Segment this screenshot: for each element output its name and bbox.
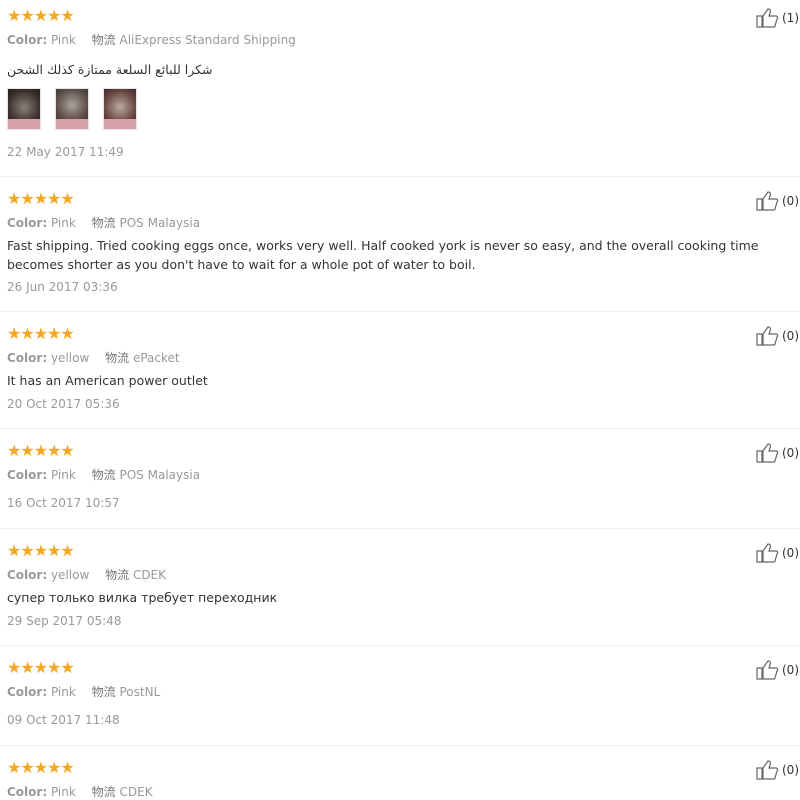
color-label: Color: (7, 785, 48, 799)
color-value: Pink (50, 33, 76, 47)
like-button[interactable]: (1) (756, 8, 799, 28)
star-rating: ★★★★★ (7, 541, 75, 560)
star-rating: ★★★★★ (7, 6, 75, 25)
star-rating: ★★★★★ (7, 658, 75, 677)
review-text: супер только вилка требует переходник (7, 590, 278, 605)
logistics-label: 物流 (91, 685, 116, 699)
logistics-label: 物流 (105, 568, 130, 582)
review-meta: Color: Pink 物流 AliExpress Standard Shipp… (7, 31, 296, 48)
thumbs-up-icon (756, 660, 779, 680)
star-rating: ★★★★★ (7, 758, 75, 777)
logistics-value: POS Malaysia (119, 216, 201, 230)
color-label: Color: (7, 568, 48, 582)
like-count: (0) (782, 194, 799, 208)
review-meta: Color: Pink 物流 POS Malaysia (7, 466, 200, 483)
thumbs-up-icon (756, 760, 779, 780)
color-value: Pink (50, 685, 76, 699)
thumbs-up-icon (756, 8, 779, 28)
review-item: ★★★★★ (1) Color: Pink 物流 AliExpress Stan… (0, 0, 800, 177)
logistics-label: 物流 (91, 216, 116, 230)
review-meta: Color: Pink 物流 CDEK (7, 783, 153, 800)
review-item: ★★★★★ (0) Color: Pink 物流 POS Malaysia Fa… (0, 177, 800, 312)
logistics-label: 物流 (91, 468, 116, 482)
like-count: (1) (782, 11, 799, 25)
color-label: Color: (7, 216, 48, 230)
logistics-value: CDEK (119, 785, 153, 799)
review-date: 26 Jun 2017 03:36 (7, 280, 118, 294)
review-meta: Color: Pink 物流 POS Malaysia (7, 214, 200, 231)
review-date: 22 May 2017 11:49 (7, 145, 124, 159)
review-item: ★★★★★ (0) Color: Pink 物流 CDEK (0, 746, 800, 800)
logistics-label: 物流 (91, 785, 116, 799)
logistics-value: PostNL (119, 685, 161, 699)
review-date: 29 Sep 2017 05:48 (7, 614, 122, 628)
review-meta: Color: yellow 物流 CDEK (7, 566, 166, 583)
logistics-label: 物流 (91, 33, 116, 47)
logistics-value: AliExpress Standard Shipping (119, 33, 296, 47)
review-date: 20 Oct 2017 05:36 (7, 397, 120, 411)
star-rating: ★★★★★ (7, 324, 75, 343)
like-count: (0) (782, 446, 799, 460)
thumbs-up-icon (756, 326, 779, 346)
like-button[interactable]: (0) (756, 326, 799, 346)
review-date: 16 Oct 2017 10:57 (7, 496, 120, 510)
review-item: ★★★★★ (0) Color: yellow 物流 ePacket It ha… (0, 312, 800, 429)
review-item: ★★★★★ (0) Color: yellow 物流 CDEK супер то… (0, 529, 800, 646)
star-rating: ★★★★★ (7, 441, 75, 460)
like-button[interactable]: (0) (756, 760, 799, 780)
star-rating: ★★★★★ (7, 189, 75, 208)
like-button[interactable]: (0) (756, 543, 799, 563)
review-meta: Color: yellow 物流 ePacket (7, 349, 180, 366)
review-text: Fast shipping. Tried cooking eggs once, … (7, 238, 759, 272)
color-label: Color: (7, 351, 48, 365)
thumbs-up-icon (756, 191, 779, 211)
color-label: Color: (7, 33, 48, 47)
like-count: (0) (782, 763, 799, 777)
like-count: (0) (782, 663, 799, 677)
color-value: yellow (50, 568, 90, 582)
review-item: ★★★★★ (0) Color: Pink 物流 POS Malaysia 16… (0, 429, 800, 529)
color-value: Pink (50, 785, 76, 799)
logistics-value: POS Malaysia (119, 468, 201, 482)
review-photo[interactable] (103, 88, 137, 130)
logistics-label: 物流 (105, 351, 130, 365)
review-photo[interactable] (55, 88, 89, 130)
review-item: ★★★★★ (0) Color: Pink 物流 PostNL 09 Oct 2… (0, 646, 800, 746)
like-button[interactable]: (0) (756, 443, 799, 463)
like-button[interactable]: (0) (756, 191, 799, 211)
like-count: (0) (782, 546, 799, 560)
review-text: It has an American power outlet (7, 373, 208, 388)
review-text: شكرا للبائع السلعة ممتازة كذلك الشحن (7, 62, 213, 77)
color-value: Pink (50, 216, 76, 230)
review-photo[interactable] (7, 88, 41, 130)
like-button[interactable]: (0) (756, 660, 799, 680)
color-label: Color: (7, 685, 48, 699)
thumbs-up-icon (756, 543, 779, 563)
review-meta: Color: Pink 物流 PostNL (7, 683, 160, 700)
color-value: yellow (50, 351, 90, 365)
logistics-value: CDEK (132, 568, 167, 582)
review-date: 09 Oct 2017 11:48 (7, 713, 120, 727)
like-count: (0) (782, 329, 799, 343)
color-label: Color: (7, 468, 48, 482)
thumbs-up-icon (756, 443, 779, 463)
color-value: Pink (50, 468, 76, 482)
review-photos (7, 88, 151, 130)
logistics-value: ePacket (132, 351, 180, 365)
